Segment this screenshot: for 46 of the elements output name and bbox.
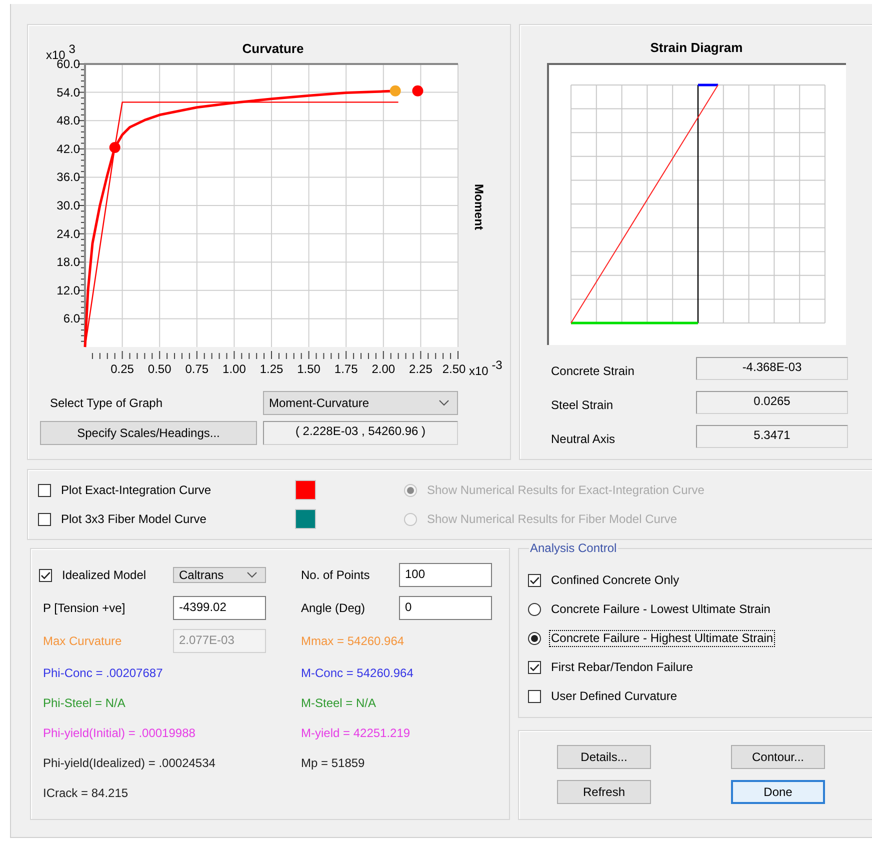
- axis-tick-label: 0.75: [185, 362, 209, 376]
- label: Max Curvature: [42, 634, 123, 648]
- axis-tick-label: 1.25: [260, 362, 284, 376]
- axis-tick-label: 54.0: [56, 85, 80, 100]
- readout-field: 0.0265: [696, 391, 848, 414]
- label: No. of Points: [300, 568, 371, 582]
- axis-tick-label: 12.0: [56, 283, 80, 298]
- axis-tick-label: 0.50: [148, 362, 172, 376]
- axis-title: Moment: [472, 184, 486, 230]
- axis-tick-label: 1.50: [297, 362, 320, 376]
- chart-title: Curvature: [242, 41, 304, 56]
- axis-tick-label: 36.0: [56, 170, 80, 184]
- label: Steel Strain: [551, 397, 614, 414]
- axis-tick-label: 1.00: [222, 362, 246, 376]
- axis-tick-label: 24.0: [56, 226, 80, 241]
- input-field: 2.077E-03: [173, 629, 266, 653]
- label: Select Type of Graph: [49, 394, 164, 412]
- result-text: Phi-Conc = .00207687: [43, 666, 164, 680]
- axis-tick-label: 0.25: [110, 362, 134, 376]
- result-text: M-Conc = 54260.964: [301, 666, 414, 680]
- label: Neutral Axis: [551, 431, 616, 448]
- result-text: Phi-yield(Initial) = .00019988: [43, 726, 196, 740]
- result-text: Phi-yield(Idealized) = .00024534: [43, 756, 216, 770]
- axis-tick-label: 30.0: [56, 198, 80, 212]
- result-text: Mmax = 54260.964: [300, 634, 406, 648]
- label: P [Tension +ve]: [42, 600, 126, 616]
- axis-tick-label: 1.75: [334, 362, 358, 376]
- result-text: ICrack = 84.215: [43, 786, 130, 800]
- panel-title: Strain Diagram: [649, 39, 744, 57]
- axis-tick-label: 2.00: [372, 362, 396, 376]
- readout-field: -4.368E-03: [696, 357, 848, 380]
- label: Angle (Deg): [300, 600, 366, 616]
- result-text: M-Steel = N/A: [301, 696, 378, 710]
- axis-tick-label: 2.50: [442, 362, 466, 376]
- result-text: M-yield = 42251.219: [301, 726, 412, 740]
- axis-tick-label: 18.0: [56, 255, 80, 270]
- group-title: Analysis Control: [530, 541, 617, 555]
- result-text: Mp = 51859: [301, 756, 366, 770]
- readout-field: ( 2.228E-03 , 54260.96 ): [263, 421, 458, 445]
- axis-tick-label: 6.0: [63, 312, 80, 326]
- label: Concrete Strain: [551, 363, 636, 380]
- axis-tick-label: 42.0: [56, 142, 80, 156]
- axis-tick-label: 2.25: [409, 362, 432, 376]
- readout-field: 5.3471: [696, 425, 848, 448]
- axis-tick-label: 48.0: [56, 114, 80, 128]
- result-text: Phi-Steel = N/A: [43, 696, 126, 710]
